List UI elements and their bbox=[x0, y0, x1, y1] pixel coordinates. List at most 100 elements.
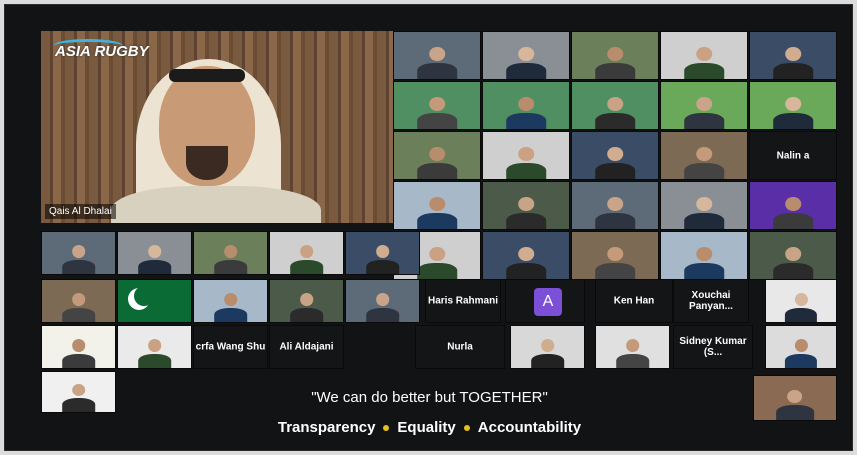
participant-video-tile[interactable] bbox=[41, 279, 116, 323]
participant-figure bbox=[684, 45, 724, 79]
participant-video-tile[interactable] bbox=[393, 131, 481, 180]
participant-video-tile[interactable] bbox=[571, 81, 659, 130]
participant-name-tile[interactable]: Haris Rahmani bbox=[425, 279, 501, 323]
participant-video-tile[interactable] bbox=[571, 131, 659, 180]
bullet-dot-icon bbox=[463, 425, 470, 432]
participant-video-tile[interactable] bbox=[117, 325, 192, 369]
speaker-thobe bbox=[111, 186, 321, 223]
avatar-tile[interactable]: A bbox=[505, 279, 585, 323]
participant-name: Ali Aldajani bbox=[279, 341, 334, 353]
participant-figure bbox=[595, 95, 635, 129]
participant-figure bbox=[684, 145, 724, 179]
participant-figure bbox=[773, 95, 813, 129]
participant-video-tile[interactable] bbox=[660, 81, 748, 130]
participant-video-tile[interactable] bbox=[117, 231, 192, 275]
participant-video-tile[interactable] bbox=[41, 325, 116, 369]
participant-figure bbox=[684, 95, 724, 129]
participant-figure bbox=[595, 45, 635, 79]
participant-figure bbox=[417, 245, 457, 279]
participant-video-tile[interactable] bbox=[571, 181, 659, 230]
participant-name-tile[interactable]: Xouchai Panyan... bbox=[673, 279, 749, 323]
participant-figure bbox=[506, 195, 546, 229]
participant-video-tile[interactable] bbox=[482, 231, 570, 280]
participant-video-tile[interactable] bbox=[193, 279, 268, 323]
participant-figure bbox=[506, 145, 546, 179]
participant-figure bbox=[417, 195, 457, 229]
participant-video-tile[interactable] bbox=[41, 231, 116, 275]
participant-video-tile[interactable] bbox=[765, 279, 837, 323]
participant-figure bbox=[615, 338, 650, 368]
slogan-text: "We can do better but TOGETHER" bbox=[311, 389, 548, 406]
participant-figure bbox=[506, 45, 546, 79]
participant-name-tile[interactable]: crfa Wang Shu bbox=[193, 325, 268, 369]
participant-name-tile[interactable]: Ken Han bbox=[595, 279, 673, 323]
participant-figure bbox=[773, 195, 813, 229]
participant-video-tile[interactable] bbox=[393, 81, 481, 130]
participant-video-tile[interactable] bbox=[482, 81, 570, 130]
participant-figure bbox=[417, 95, 457, 129]
participant-name-tile[interactable]: Nalin a bbox=[749, 131, 837, 180]
participant-video-tile[interactable] bbox=[660, 131, 748, 180]
participant-video-tile[interactable] bbox=[345, 231, 420, 275]
participant-video-tile[interactable] bbox=[660, 231, 748, 280]
participant-video-tile[interactable] bbox=[510, 325, 585, 369]
value-equality: Equality bbox=[397, 419, 456, 436]
speaker-name-label: Qais Al Dhalai bbox=[45, 204, 116, 219]
participant-name: Xouchai Panyan... bbox=[689, 290, 733, 312]
participant-video-tile[interactable] bbox=[749, 181, 837, 230]
participant-name: Nalin a bbox=[776, 150, 810, 161]
participant-video-tile[interactable] bbox=[571, 231, 659, 280]
participant-figure bbox=[417, 145, 457, 179]
participant-video-tile[interactable] bbox=[571, 31, 659, 80]
participant-figure bbox=[684, 195, 724, 229]
participant-figure bbox=[784, 292, 818, 322]
participant-figure bbox=[595, 245, 635, 279]
participant-video-tile[interactable] bbox=[482, 31, 570, 80]
participant-figure bbox=[684, 245, 724, 279]
participant-video-tile[interactable] bbox=[749, 81, 837, 130]
flag-tile[interactable] bbox=[117, 279, 192, 323]
participant-figure bbox=[417, 45, 457, 79]
participant-figure bbox=[289, 244, 324, 274]
participant-figure bbox=[773, 45, 813, 79]
participant-figure bbox=[530, 338, 565, 368]
participant-video-tile[interactable] bbox=[749, 231, 837, 280]
participant-name-tile[interactable]: Nurla bbox=[415, 325, 505, 369]
participant-video-tile[interactable] bbox=[393, 181, 481, 230]
participant-name-tile[interactable]: Ali Aldajani bbox=[269, 325, 344, 369]
speaker-agal bbox=[169, 69, 245, 82]
active-speaker-video[interactable]: ASIA RUGBY Qais Al Dhalai bbox=[41, 31, 393, 223]
participant-video-tile[interactable] bbox=[269, 231, 344, 275]
asia-rugby-logo: ASIA RUGBY bbox=[53, 39, 149, 59]
value-transparency: Transparency bbox=[277, 419, 376, 436]
participant-video-tile[interactable] bbox=[749, 31, 837, 80]
participant-video-tile[interactable] bbox=[345, 279, 420, 323]
participant-figure bbox=[506, 245, 546, 279]
participant-video-tile[interactable] bbox=[765, 325, 837, 369]
participant-name-tile[interactable]: Sidney Kumar (S... bbox=[673, 325, 753, 369]
participant-video-tile[interactable] bbox=[482, 181, 570, 230]
participant-name: Nurla bbox=[447, 341, 473, 353]
participant-figure bbox=[137, 338, 172, 368]
participant-figure bbox=[506, 95, 546, 129]
speaker-beard bbox=[186, 146, 228, 180]
participant-video-tile[interactable] bbox=[393, 31, 481, 80]
participant-figure bbox=[773, 245, 813, 279]
participant-figure bbox=[289, 292, 324, 322]
participant-video-tile[interactable] bbox=[660, 181, 748, 230]
participant-figure bbox=[365, 244, 400, 274]
participant-video-tile[interactable] bbox=[482, 131, 570, 180]
participant-figure bbox=[595, 145, 635, 179]
participant-video-tile[interactable] bbox=[660, 31, 748, 80]
participant-figure bbox=[61, 338, 96, 368]
participant-name: Haris Rahmani bbox=[427, 295, 499, 307]
participant-figure bbox=[784, 338, 818, 368]
participant-video-tile[interactable] bbox=[595, 325, 670, 369]
participant-figure bbox=[595, 195, 635, 229]
participant-name: crfa Wang Shu bbox=[195, 341, 266, 353]
participant-video-tile[interactable] bbox=[269, 279, 344, 323]
participant-name: Sidney Kumar (S... bbox=[679, 336, 747, 358]
participant-video-tile[interactable] bbox=[193, 231, 268, 275]
participant-figure bbox=[365, 292, 400, 322]
bullet-dot-icon bbox=[383, 425, 390, 432]
